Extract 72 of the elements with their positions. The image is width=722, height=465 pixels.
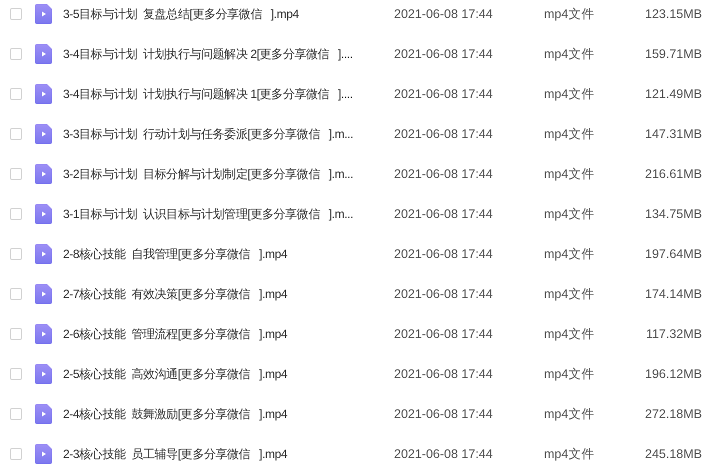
modified-date: 2021-06-08 17:44 bbox=[394, 207, 494, 221]
modified-date: 2021-06-08 17:44 bbox=[394, 47, 494, 61]
file-type: mp4文件 bbox=[544, 86, 596, 102]
modified-date: 2021-06-08 17:44 bbox=[394, 167, 494, 181]
checkbox[interactable] bbox=[10, 168, 22, 180]
video-file-icon bbox=[35, 244, 52, 264]
modified-date: 2021-06-08 17:44 bbox=[394, 127, 494, 141]
video-file-icon bbox=[35, 124, 52, 144]
checkbox[interactable] bbox=[10, 48, 22, 60]
file-size: 216.61MB bbox=[644, 167, 702, 181]
file-size: 121.49MB bbox=[644, 87, 702, 101]
file-type: mp4文件 bbox=[544, 366, 596, 382]
video-file-icon bbox=[35, 204, 52, 224]
checkbox[interactable] bbox=[10, 368, 22, 380]
file-name[interactable]: 3-5目标与计划 复盘总结[更多分享微信 ].mp4 bbox=[63, 6, 394, 22]
checkbox[interactable] bbox=[10, 448, 22, 460]
file-type: mp4文件 bbox=[544, 46, 596, 62]
file-name[interactable]: 2-7核心技能 有效决策[更多分享微信 ].mp4 bbox=[63, 286, 394, 302]
file-size: 196.12MB bbox=[644, 367, 702, 381]
file-type: mp4文件 bbox=[544, 286, 596, 302]
modified-date: 2021-06-08 17:44 bbox=[394, 327, 494, 341]
file-name[interactable]: 3-2目标与计划 目标分解与计划制定[更多分享微信 ].m... bbox=[63, 166, 394, 182]
file-name[interactable]: 3-3目标与计划 行动计划与任务委派[更多分享微信 ].m... bbox=[63, 126, 394, 142]
file-name[interactable]: 2-8核心技能 自我管理[更多分享微信 ].mp4 bbox=[63, 246, 394, 262]
file-size: 117.32MB bbox=[644, 327, 702, 341]
video-file-icon bbox=[35, 284, 52, 304]
video-file-icon bbox=[35, 164, 52, 184]
file-type: mp4文件 bbox=[544, 446, 596, 462]
file-type: mp4文件 bbox=[544, 6, 596, 22]
modified-date: 2021-06-08 17:44 bbox=[394, 247, 494, 261]
file-size: 134.75MB bbox=[644, 207, 702, 221]
video-file-icon bbox=[35, 84, 52, 104]
file-name[interactable]: 3-4目标与计划 计划执行与问题解决 2[更多分享微信 ].... bbox=[63, 46, 394, 62]
file-name[interactable]: 2-4核心技能 鼓舞激励[更多分享微信 ].mp4 bbox=[63, 406, 394, 422]
file-size: 197.64MB bbox=[644, 247, 702, 261]
checkbox[interactable] bbox=[10, 208, 22, 220]
file-type: mp4文件 bbox=[544, 406, 596, 422]
file-size: 272.18MB bbox=[644, 407, 702, 421]
checkbox[interactable] bbox=[10, 408, 22, 420]
video-file-icon bbox=[35, 364, 52, 384]
file-name[interactable]: 2-6核心技能 管理流程[更多分享微信 ].mp4 bbox=[63, 326, 394, 342]
file-type: mp4文件 bbox=[544, 166, 596, 182]
file-type: mp4文件 bbox=[544, 326, 596, 342]
video-file-icon bbox=[35, 44, 52, 64]
file-name[interactable]: 2-5核心技能 高效沟通[更多分享微信 ].mp4 bbox=[63, 366, 394, 382]
file-size: 174.14MB bbox=[644, 287, 702, 301]
file-size: 159.71MB bbox=[644, 47, 702, 61]
file-name[interactable]: 2-3核心技能 员工辅导[更多分享微信 ].mp4 bbox=[63, 446, 394, 462]
file-size: 147.31MB bbox=[644, 127, 702, 141]
modified-date: 2021-06-08 17:44 bbox=[394, 407, 494, 421]
file-name[interactable]: 3-1目标与计划 认识目标与计划管理[更多分享微信 ].m... bbox=[63, 206, 394, 222]
checkbox[interactable] bbox=[10, 128, 22, 140]
file-type: mp4文件 bbox=[544, 246, 596, 262]
file-type: mp4文件 bbox=[544, 126, 596, 142]
file-size: 245.18MB bbox=[644, 447, 702, 461]
checkbox[interactable] bbox=[10, 288, 22, 300]
modified-date: 2021-06-08 17:44 bbox=[394, 367, 494, 381]
file-name[interactable]: 3-4目标与计划 计划执行与问题解决 1[更多分享微信 ].... bbox=[63, 86, 394, 102]
video-file-icon bbox=[35, 444, 52, 464]
modified-date: 2021-06-08 17:44 bbox=[394, 7, 494, 21]
checkbox[interactable] bbox=[10, 8, 22, 20]
modified-date: 2021-06-08 17:44 bbox=[394, 447, 494, 461]
video-file-icon bbox=[35, 404, 52, 424]
file-type: mp4文件 bbox=[544, 206, 596, 222]
checkbox[interactable] bbox=[10, 248, 22, 260]
file-size: 123.15MB bbox=[644, 7, 702, 21]
checkbox[interactable] bbox=[10, 328, 22, 340]
video-file-icon bbox=[35, 324, 52, 344]
checkbox[interactable] bbox=[10, 88, 22, 100]
modified-date: 2021-06-08 17:44 bbox=[394, 287, 494, 301]
modified-date: 2021-06-08 17:44 bbox=[394, 87, 494, 101]
video-file-icon bbox=[35, 4, 52, 24]
